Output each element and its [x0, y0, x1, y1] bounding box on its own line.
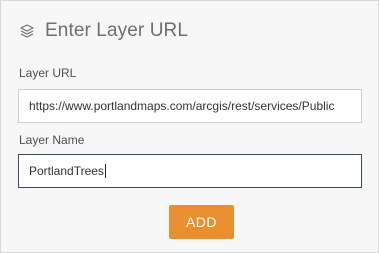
layer-name-label: Layer Name: [19, 133, 85, 147]
layer-name-value: PortlandTrees: [29, 164, 104, 178]
layer-url-input[interactable]: https://www.portlandmaps.com/arcgis/rest…: [18, 89, 362, 123]
text-caret: [104, 164, 106, 178]
layers-icon: [19, 23, 35, 39]
panel-title: Enter Layer URL: [45, 20, 189, 41]
enter-layer-url-panel: Enter Layer URL Layer URL https://www.po…: [0, 0, 379, 253]
panel-header: Enter Layer URL: [19, 19, 188, 43]
layer-url-label: Layer URL: [19, 66, 77, 80]
add-button[interactable]: ADD: [169, 205, 234, 239]
layer-url-value: https://www.portlandmaps.com/arcgis/rest…: [29, 99, 335, 113]
layer-name-input[interactable]: PortlandTrees: [18, 154, 362, 188]
